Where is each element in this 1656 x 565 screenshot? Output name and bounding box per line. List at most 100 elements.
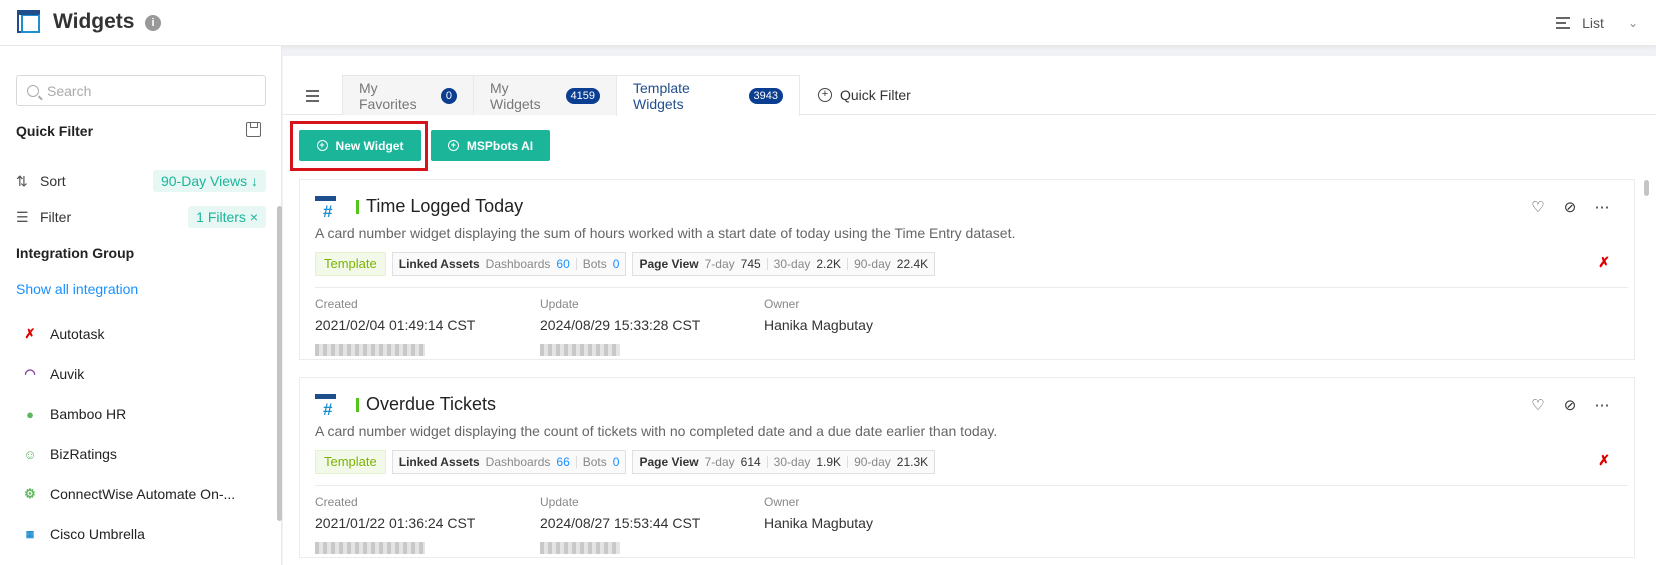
search-placeholder: Search [47,82,92,99]
bots-count[interactable]: 0 [613,451,620,473]
info-icon[interactable]: i [145,15,161,31]
sort-value[interactable]: 90-Day Views ↓ [152,170,266,192]
integration-item-connectwise[interactable]: ⚙ ConnectWise Automate On-... [22,474,262,514]
integration-label: Auvik [50,366,85,382]
filter-value[interactable]: 1 Filters × [188,206,266,228]
card-number-widget-icon: # [315,196,337,221]
card-number-widget-icon: # [315,394,337,419]
dashboards-label: Dashboards [485,455,551,469]
views-90-value: 21.3K [896,455,929,469]
template-badge: Template [315,252,386,276]
tab-count: 3943 [748,88,783,104]
quick-filter-button[interactable]: + Quick Filter [818,75,911,115]
sidebar-scrollbar[interactable] [277,206,282,521]
update-value: 2024/08/29 15:33:28 CST [540,317,701,333]
update-block: Update 2024/08/29 15:33:28 CST [540,297,700,356]
created-block: Created 2021/01/22 01:36:24 CST [315,495,475,554]
tab-bar: My Favorites 0 My Widgets 4159 Template … [283,75,1656,116]
widget-card[interactable]: # Overdue Tickets A card number widget d… [299,377,1635,558]
integration-label: Bamboo HR [50,406,127,422]
tab-label: My Favorites [359,79,417,112]
update-label: Update [540,297,579,311]
hide-eye-icon[interactable]: ⊘ [1560,396,1580,414]
redacted-text [540,344,620,356]
filter-row[interactable]: ☰ Filter 1 Filters × [16,205,266,229]
more-options-icon[interactable]: ⋯ [1592,198,1612,216]
dashboards-count[interactable]: 66 [556,451,569,473]
sort-label: Sort [40,173,66,189]
bizratings-logo-icon: ☺ [23,446,37,462]
tab-count: 4159 [565,87,600,104]
linked-assets-label: Linked Assets [398,455,480,469]
tab-count: 0 [440,87,457,104]
integration-label: Autotask [50,326,105,342]
favorite-heart-icon[interactable]: ♡ [1528,198,1548,216]
sort-icon: ⇅ [16,172,28,189]
views-7-value: 614 [740,455,761,469]
update-label: Update [540,495,579,509]
show-all-integration-link[interactable]: Show all integration [16,281,138,297]
views-90-label: 90-day [854,257,891,271]
views-90-value: 22.4K [896,257,929,271]
integration-item-bizratings[interactable]: ☺ BizRatings [22,434,262,474]
dashboards-label: Dashboards [485,257,551,271]
chevron-down-icon: ⌄ [1627,16,1638,30]
update-value: 2024/08/27 15:53:44 CST [540,515,701,531]
update-block: Update 2024/08/27 15:53:44 CST [540,495,700,554]
integration-label: ConnectWise Automate On-... [50,486,236,502]
created-value: 2021/01/22 01:36:24 CST [315,515,476,531]
mspbots-ai-label: MSPbots AI [466,138,534,153]
mspbots-ai-button[interactable]: + MSPbots AI [431,130,550,161]
views-7-label: 7-day [704,455,735,469]
widget-title[interactable]: Overdue Tickets [366,394,496,415]
owner-value: Hanika Magbutay [764,317,873,333]
search-input[interactable]: Search [16,75,266,106]
autotask-logo-icon: ✗ [24,326,36,341]
integration-item-cisco-umbrella[interactable]: ▦ Cisco Umbrella [22,514,262,554]
sidebar: Search Quick Filter ⇅ Sort 90-Day Views … [0,46,282,565]
tab-my-widgets[interactable]: My Widgets 4159 [473,75,617,115]
hide-eye-icon[interactable]: ⊘ [1560,198,1580,216]
favorite-heart-icon[interactable]: ♡ [1528,396,1548,414]
sort-row[interactable]: ⇅ Sort 90-Day Views ↓ [16,169,266,193]
redacted-text [315,344,425,356]
owner-label: Owner [764,495,800,509]
cisco-logo-icon: ▦ [25,528,35,539]
more-options-icon[interactable]: ⋯ [1592,396,1612,414]
bots-count[interactable]: 0 [613,253,620,275]
status-accent [356,200,359,214]
tab-label: My Widgets [490,79,541,112]
created-label: Created [315,297,358,311]
linked-assets: Linked Assets Dashboards 60 Bots 0 [391,252,627,276]
main-scrollbar[interactable] [1644,180,1649,196]
tab-label: Template Widgets [633,80,690,112]
integration-item-auvik[interactable]: ◠ Auvik [22,354,262,394]
integration-item-bamboohr[interactable]: ● Bamboo HR [22,394,262,434]
filter-icon: ☰ [16,208,29,225]
views-90-label: 90-day [854,455,891,469]
plus-circle-icon: + [447,140,459,151]
bots-label: Bots [582,257,607,271]
widget-card[interactable]: # Time Logged Today A card number widget… [299,179,1635,360]
view-switch[interactable]: List ⌄ [1556,12,1638,34]
bamboohr-logo-icon: ● [26,406,34,422]
linked-assets-label: Linked Assets [398,257,480,271]
widgets-app-icon [17,10,40,33]
autotask-logo-icon: ✗ [1598,452,1610,468]
created-label: Created [315,495,358,509]
widget-title[interactable]: Time Logged Today [366,196,523,217]
integration-group-title: Integration Group [16,245,135,261]
created-value: 2021/02/04 01:49:14 CST [315,317,476,333]
tab-my-favorites[interactable]: My Favorites 0 [342,75,474,115]
page-views: Page View 7-day 614 30-day 1.9K 90-day 2… [632,450,936,474]
redacted-text [315,542,425,554]
dashboards-count[interactable]: 60 [556,253,569,275]
integration-item-autotask[interactable]: ✗ Autotask [22,314,262,354]
list-view-icon [1556,16,1572,30]
save-icon[interactable] [246,122,261,137]
menu-icon[interactable] [306,90,319,102]
page-view-label: Page View [639,257,699,271]
card-actions: ♡ ⊘ ⋯ [1528,396,1612,414]
template-badge: Template [315,450,386,474]
tab-template-widgets[interactable]: Template Widgets 3943 [616,75,800,116]
